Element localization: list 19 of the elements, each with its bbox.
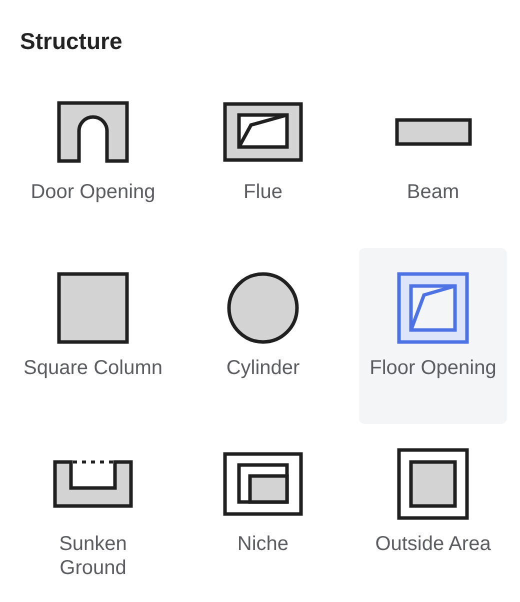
structure-tile[interactable]: Door Opening: [19, 72, 167, 248]
structure-tile[interactable]: Floor Opening: [359, 248, 507, 424]
structure-tile[interactable]: Flue: [189, 72, 337, 248]
section-title: Structure: [20, 27, 124, 56]
structure-tile[interactable]: Sunken Ground: [19, 424, 167, 600]
structure-tile[interactable]: Niche: [189, 424, 337, 600]
niche-icon: [223, 452, 303, 516]
sunken-ground-icon: [53, 460, 133, 508]
flue-icon: [223, 102, 303, 162]
square-column-icon: [57, 272, 129, 344]
beam-icon: [394, 118, 472, 146]
structure-tile[interactable]: Outside Area: [359, 424, 507, 600]
structure-tile[interactable]: Square Column: [19, 248, 167, 424]
arch-opening-icon: [57, 101, 129, 163]
floor-opening-icon: [397, 272, 469, 344]
cylinder-icon: [227, 272, 299, 344]
structure-tile[interactable]: Beam: [359, 72, 507, 248]
structure-tile[interactable]: Cylinder: [189, 248, 337, 424]
outside-area-icon: [397, 448, 469, 520]
